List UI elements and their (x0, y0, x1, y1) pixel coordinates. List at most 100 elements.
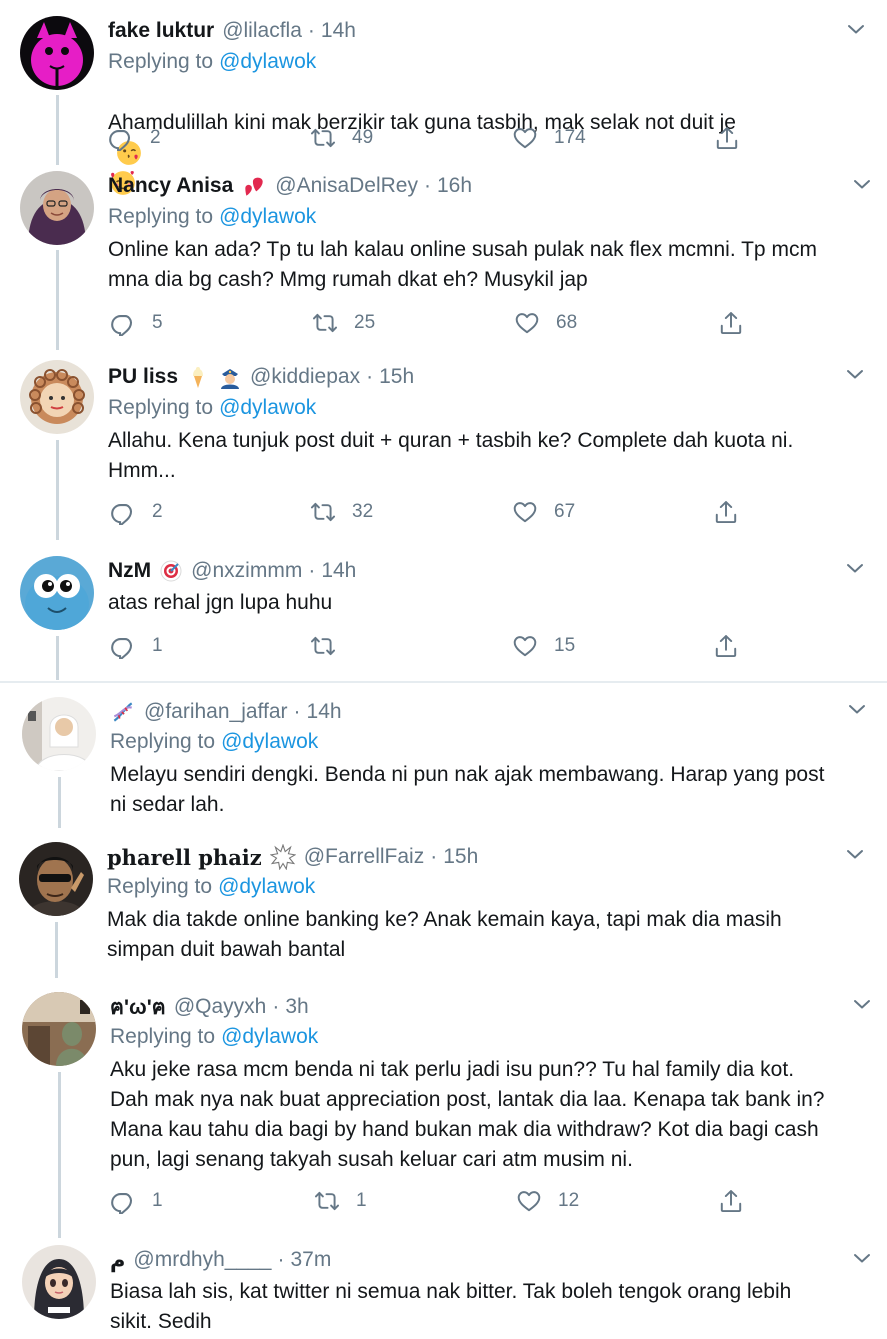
separator-dot: · (308, 559, 316, 582)
share-icon (713, 633, 739, 659)
thread-line (56, 636, 59, 680)
user-handle[interactable]: @nxzimmm (191, 559, 302, 583)
mention-link[interactable]: @dylawok (219, 396, 316, 419)
reply-tweet[interactable]: @farihan_jaffar · 14h Replying to @dylawo… (0, 683, 887, 828)
timestamp[interactable]: 14h (307, 700, 342, 724)
share-button[interactable] (714, 123, 740, 153)
user-handle[interactable]: @Qayyxh (174, 995, 267, 1019)
reply-tweet[interactable]: PU liss @kiddiepax · 15h Replying to @dyl… (0, 350, 887, 540)
retweet-icon (310, 125, 336, 151)
replying-to: Replying to @dylawok (110, 730, 318, 754)
display-name[interactable]: pharell phaiz (107, 845, 262, 870)
tweet-header: م @mrdhyh____ · 37m (110, 1245, 331, 1275)
user-handle[interactable]: @farihan_jaffar (144, 700, 288, 724)
display-name[interactable]: fake luktur (108, 19, 214, 43)
avatar[interactable] (22, 697, 96, 771)
timestamp[interactable]: 37m (290, 1248, 331, 1272)
timestamp[interactable]: 16h (437, 174, 472, 198)
retweet-button[interactable]: 32 (310, 497, 373, 527)
share-button[interactable] (713, 497, 739, 527)
chevron-down-icon[interactable] (850, 992, 874, 1016)
like-button[interactable]: 12 (516, 1186, 579, 1216)
mention-link[interactable]: @dylawok (219, 205, 316, 228)
chevron-down-icon[interactable] (850, 1246, 874, 1270)
reply-tweet[interactable]: fake luktur @lilacfla · 14h Replying to @… (0, 0, 887, 196)
reply-button[interactable]: 1 (110, 1186, 163, 1216)
avatar[interactable] (20, 556, 94, 630)
replying-to-label: Replying to (107, 875, 213, 898)
display-name[interactable]: م (110, 1248, 125, 1273)
timestamp[interactable]: 14h (321, 19, 356, 43)
dna-emoji-icon (110, 699, 136, 725)
chevron-down-icon[interactable] (845, 697, 869, 721)
thread-line (58, 777, 61, 828)
avatar[interactable] (22, 1245, 96, 1319)
retweet-button[interactable]: 49 (310, 123, 373, 153)
chevron-down-icon[interactable] (844, 17, 868, 41)
share-icon (718, 310, 744, 336)
heart-icon (516, 1188, 542, 1214)
display-name[interactable]: PU liss (108, 365, 178, 389)
share-button[interactable] (718, 308, 744, 338)
avatar[interactable] (19, 842, 93, 916)
display-name[interactable]: ฅ'ω'ฅ (110, 991, 166, 1024)
anger-symbol-emoji-icon (269, 844, 296, 870)
reply-button[interactable]: 5 (110, 308, 163, 338)
tweet-header: Nancy Anisa @AnisaDelRey · 16h (108, 171, 472, 201)
display-name[interactable]: Nancy Anisa (108, 174, 233, 198)
retweet-button[interactable] (310, 631, 352, 661)
user-handle[interactable]: @lilacfla (222, 19, 302, 43)
chevron-down-icon[interactable] (843, 362, 867, 386)
mention-link[interactable]: @dylawok (221, 730, 318, 753)
share-button[interactable] (718, 1186, 744, 1216)
like-button[interactable]: 68 (514, 308, 577, 338)
separator-dot: · (277, 1248, 285, 1271)
chevron-down-icon[interactable] (843, 556, 867, 580)
mention-link[interactable]: @dylawok (218, 875, 315, 898)
reply-tweet[interactable]: Nancy Anisa @AnisaDelRey · 16h Replying … (0, 165, 887, 350)
timestamp[interactable]: 14h (321, 559, 356, 583)
user-handle[interactable]: @AnisaDelRey (275, 174, 418, 198)
tweet-text: Biasa lah sis, kat twitter ni semua nak … (110, 1280, 792, 1333)
avatar[interactable] (20, 171, 94, 245)
reply-tweet[interactable]: pharell phaiz @FarrellFaiz · 15h Replyin… (0, 828, 887, 978)
retweet-button[interactable]: 1 (314, 1186, 367, 1216)
like-button[interactable]: 67 (512, 497, 575, 527)
timestamp[interactable]: 15h (379, 365, 414, 389)
reply-count: 2 (150, 127, 161, 148)
user-handle[interactable]: @kiddiepax (250, 365, 360, 389)
timestamp[interactable]: 15h (443, 845, 478, 869)
tweet-actions: 5 25 68 (110, 308, 750, 338)
reply-button[interactable]: 2 (110, 497, 163, 527)
reply-tweet[interactable]: ฅ'ω'ฅ @Qayyxh · 3h Replying to @dylawok A… (0, 978, 887, 1238)
chevron-down-icon[interactable] (850, 172, 874, 196)
timestamp[interactable]: 3h (285, 995, 308, 1019)
share-button[interactable] (713, 631, 739, 661)
avatar[interactable] (20, 360, 94, 434)
heart-icon (512, 633, 538, 659)
retweet-icon (310, 633, 336, 659)
tweet-actions: 1 1 12 (110, 1186, 750, 1216)
reply-icon (110, 499, 136, 525)
thread-line (56, 440, 59, 540)
avatar[interactable] (20, 16, 94, 90)
thread-line (56, 250, 59, 350)
reply-button[interactable]: 2 (108, 123, 161, 153)
mention-link[interactable]: @dylawok (221, 1025, 318, 1048)
tweet-header: @farihan_jaffar · 14h (110, 697, 342, 727)
replying-to-label: Replying to (108, 205, 214, 228)
reply-tweet[interactable]: NzM @nxzimmm · 14h atas rehal jgn lupa h… (0, 540, 887, 680)
reply-button[interactable]: 1 (110, 631, 163, 661)
reply-tweet[interactable]: م @mrdhyh____ · 37m Biasa lah sis, kat t… (0, 1238, 887, 1339)
display-name[interactable]: NzM (108, 559, 151, 583)
avatar[interactable] (22, 992, 96, 1066)
like-button[interactable]: 15 (512, 631, 575, 661)
user-handle[interactable]: @FarrellFaiz (304, 845, 425, 869)
tweet-header: fake luktur @lilacfla · 14h (108, 16, 356, 46)
user-handle[interactable]: @mrdhyh____ (133, 1248, 271, 1272)
mention-link[interactable]: @dylawok (219, 50, 316, 73)
like-button[interactable]: 174 (512, 123, 586, 153)
chevron-down-icon[interactable] (843, 842, 867, 866)
like-count: 12 (558, 1190, 580, 1211)
retweet-button[interactable]: 25 (312, 308, 375, 338)
